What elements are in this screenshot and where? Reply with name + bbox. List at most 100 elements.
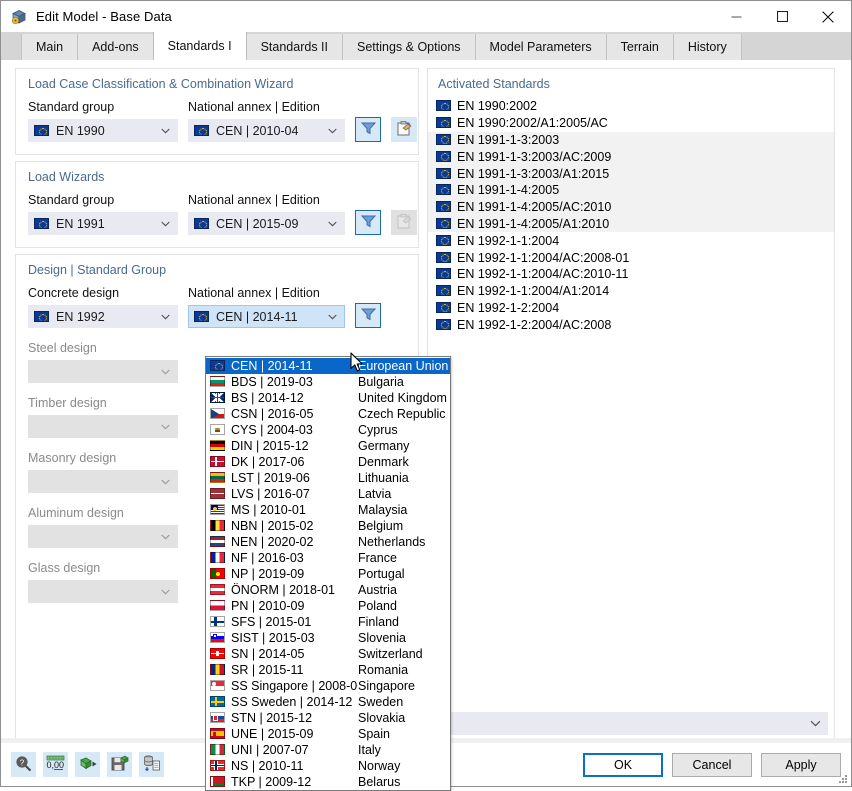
- dropdown-item[interactable]: SN | 2014-05 Switzerland: [206, 646, 450, 662]
- edit-annex-button-0[interactable]: [391, 117, 417, 142]
- standard-list-item[interactable]: EN 1992-1-1:2004/AC:2008-01: [428, 249, 834, 266]
- tab-standards-i[interactable]: Standards I: [152, 32, 247, 60]
- standard-list-item[interactable]: EN 1990:2002: [428, 98, 834, 115]
- dropdown-item[interactable]: TKP | 2009-12 Belarus: [206, 774, 450, 790]
- tab-main[interactable]: Main: [21, 34, 79, 60]
- dropdown-item-country: Sweden: [358, 695, 404, 709]
- units-decimal-button[interactable]: 0,00: [43, 752, 68, 777]
- dropdown-item-annex: CEN | 2014-11: [210, 359, 358, 373]
- tab-add-ons[interactable]: Add-ons: [78, 34, 154, 60]
- field-label: National annex | Edition: [188, 286, 320, 300]
- eu-flag-icon: [436, 116, 457, 130]
- field-label: National annex | Edition: [188, 193, 320, 207]
- dropdown-item[interactable]: CSN | 2016-05 Czech Republic: [206, 406, 450, 422]
- dropdown-item-country: Romania: [358, 663, 409, 677]
- minimize-button[interactable]: [713, 1, 759, 32]
- national-annex-dropdown-list[interactable]: CEN | 2014-11 European Union BDS | 2019-03…: [205, 356, 451, 791]
- timber-design-combo: [28, 415, 178, 438]
- dropdown-item-annex: NEN | 2020-02: [210, 535, 358, 549]
- dropdown-item[interactable]: NP | 2019-09 Portugal: [206, 566, 450, 582]
- dropdown-item[interactable]: NEN | 2020-02 Netherlands: [206, 534, 450, 550]
- ok-button[interactable]: OK: [583, 752, 663, 777]
- concrete-annex-combo[interactable]: CEN | 2014-11: [188, 305, 345, 328]
- dropdown-item[interactable]: UNI | 2007-07 Italy: [206, 742, 450, 758]
- standard-list-item[interactable]: EN 1992-1-1:2004/AC:2010-11: [428, 266, 834, 283]
- chevron-down-icon[interactable]: [324, 314, 340, 320]
- dropdown-item[interactable]: SS Sweden | 2014-12 Sweden: [206, 694, 450, 710]
- dropdown-item-country: United Kingdom: [358, 391, 447, 405]
- standard-list-item[interactable]: EN 1991-1-4:2005/AC:2010: [428, 198, 834, 216]
- standard-list-item[interactable]: EN 1990:2002/A1:2005/AC: [428, 115, 834, 132]
- dropdown-item-country: Singapore: [358, 679, 415, 693]
- dropdown-item[interactable]: NS | 2010-11 Norway: [206, 758, 450, 774]
- dropdown-item[interactable]: NBN | 2015-02 Belgium: [206, 518, 450, 534]
- footer-tool-group: ? 0,00: [11, 752, 164, 777]
- tab-standards-ii[interactable]: Standards II: [246, 34, 343, 60]
- activated-standards-list[interactable]: EN 1990:2002 EN 1990:2002/A1:2005/AC EN 19…: [428, 98, 834, 708]
- standard-list-item[interactable]: EN 1991-1-4:2005: [428, 181, 834, 199]
- concrete-design-combo[interactable]: EN 1992: [28, 305, 178, 328]
- dropdown-item-country: Spain: [358, 727, 390, 741]
- standard-list-item[interactable]: EN 1991-1-4:2005/A1:2010: [428, 215, 834, 233]
- dropdown-item[interactable]: STN | 2015-12 Slovakia: [206, 710, 450, 726]
- standard-list-item[interactable]: EN 1992-1-2:2004/AC:2008: [428, 316, 834, 333]
- apply-button[interactable]: Apply: [761, 752, 841, 777]
- tab-settings-options[interactable]: Settings & Options: [343, 34, 476, 60]
- dropdown-item-country: Netherlands: [358, 535, 426, 549]
- standard-list-item[interactable]: EN 1992-1-1:2004/A1:2014: [428, 283, 834, 300]
- standards-filter-combo[interactable]: [434, 712, 828, 735]
- dropdown-item[interactable]: MS | 2010-01 Malaysia: [206, 502, 450, 518]
- dropdown-item-annex: UNE | 2015-09: [210, 727, 358, 741]
- dropdown-item[interactable]: CEN | 2014-11 European Union: [206, 358, 450, 374]
- activated-standards-panel: Activated Standards EN 1990:2002 EN 1990:…: [427, 68, 835, 742]
- save-as-default-button[interactable]: [107, 752, 132, 777]
- dropdown-item[interactable]: PN | 2010-09 Poland: [206, 598, 450, 614]
- import-button[interactable]: [75, 752, 100, 777]
- close-button[interactable]: [805, 1, 851, 32]
- standard-list-item[interactable]: EN 1992-1-2:2004: [428, 300, 834, 317]
- dropdown-item[interactable]: SIST | 2015-03 Slovenia: [206, 630, 450, 646]
- dropdown-item[interactable]: CYS | 2004-03 Cyprus: [206, 422, 450, 438]
- standard-label: EN 1991-1-3:2003/AC:2009: [457, 149, 612, 164]
- standard-group-combo-0[interactable]: EN 1990: [28, 119, 178, 142]
- filter-button-0[interactable]: [355, 117, 381, 142]
- dropdown-item[interactable]: SS Singapore | 2008-06 Singapore: [206, 678, 450, 694]
- filter-button-1[interactable]: [355, 210, 381, 235]
- group-load-case-classification: Load Case Classification & Combination W…: [15, 68, 419, 155]
- dropdown-item-country: Denmark: [358, 455, 409, 469]
- resize-grip[interactable]: [838, 774, 848, 784]
- tab-model-parameters[interactable]: Model Parameters: [475, 34, 607, 60]
- dropdown-item[interactable]: SFS | 2015-01 Finland: [206, 614, 450, 630]
- maximize-button[interactable]: [759, 1, 805, 32]
- dropdown-item[interactable]: DK | 2017-06 Denmark: [206, 454, 450, 470]
- eu-flag-icon: [436, 167, 457, 181]
- standard-list-item[interactable]: EN 1991-1-3:2003: [428, 131, 834, 149]
- tab-history[interactable]: History: [673, 34, 742, 60]
- dropdown-item[interactable]: SR | 2015-11 Romania: [206, 662, 450, 678]
- dropdown-item[interactable]: ÖNORM | 2018-01 Austria: [206, 582, 450, 598]
- tab-terrain[interactable]: Terrain: [606, 34, 674, 60]
- dropdown-item[interactable]: BDS | 2019-03 Bulgaria: [206, 374, 450, 390]
- national-annex-combo-0[interactable]: CEN | 2010-04: [188, 119, 345, 142]
- national-annex-combo-1[interactable]: CEN | 2015-09: [188, 212, 345, 235]
- help-search-button[interactable]: ?: [11, 752, 36, 777]
- dropdown-item-annex: LVS | 2016-07: [210, 487, 358, 501]
- dropdown-item[interactable]: NF | 2016-03 France: [206, 550, 450, 566]
- dropdown-item[interactable]: BS | 2014-12 United Kingdom: [206, 390, 450, 406]
- database-export-button[interactable]: [139, 752, 164, 777]
- standard-list-item[interactable]: EN 1992-1-1:2004: [428, 232, 834, 249]
- standard-group-combo-1[interactable]: EN 1991: [28, 212, 178, 235]
- eu-flag-icon: [194, 125, 209, 136]
- cancel-button[interactable]: Cancel: [672, 752, 752, 777]
- dropdown-item-annex: DIN | 2015-12: [210, 439, 358, 453]
- dropdown-item[interactable]: UNE | 2015-09 Spain: [206, 726, 450, 742]
- standard-list-item[interactable]: EN 1991-1-3:2003/A1:2015: [428, 165, 834, 182]
- dropdown-item[interactable]: LST | 2019-06 Lithuania: [206, 470, 450, 486]
- dropdown-item[interactable]: DIN | 2015-12 Germany: [206, 438, 450, 454]
- standard-list-item[interactable]: EN 1991-1-3:2003/AC:2009: [428, 148, 834, 166]
- dropdown-item-annex: UNI | 2007-07: [210, 743, 358, 757]
- edit-annex-button-1: [391, 210, 417, 235]
- eu-flag-icon: [436, 251, 457, 265]
- filter-button-concrete[interactable]: [355, 303, 381, 328]
- dropdown-item[interactable]: LVS | 2016-07 Latvia: [206, 486, 450, 502]
